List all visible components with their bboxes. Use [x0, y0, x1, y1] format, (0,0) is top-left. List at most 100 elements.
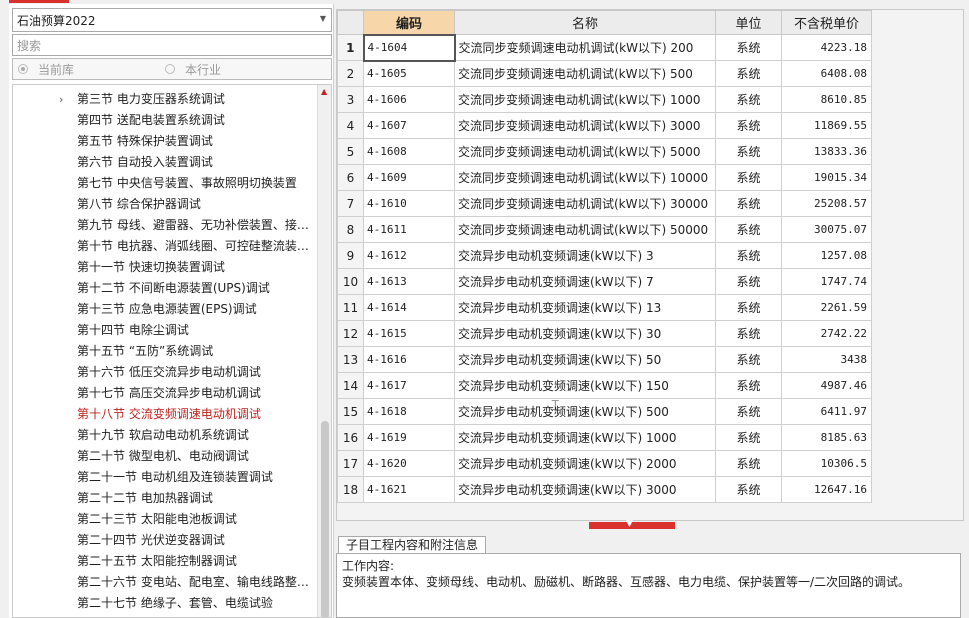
- tree-item[interactable]: 第十六节 低压交流异步电动机调试: [77, 362, 261, 383]
- price-cell[interactable]: 8185.63: [781, 424, 872, 451]
- price-cell[interactable]: 25208.57: [781, 190, 872, 217]
- row-number[interactable]: 8: [337, 216, 364, 243]
- price-cell[interactable]: 12647.16: [781, 476, 872, 503]
- price-cell[interactable]: 1257.08: [781, 242, 872, 269]
- table-row[interactable]: 10 4-1613 交流异步电动机变频调速(kW以下) 7 系统 1747.74: [337, 268, 872, 295]
- row-number[interactable]: 5: [337, 138, 364, 165]
- name-cell[interactable]: 交流异步电动机变频调速(kW以下) 500: [454, 398, 716, 425]
- tree-item[interactable]: 第十一节 快速切换装置调试: [77, 257, 225, 278]
- name-cell[interactable]: 交流异步电动机变频调速(kW以下) 30: [454, 320, 716, 347]
- tree-item[interactable]: 第十二节 不间断电源装置(UPS)调试: [77, 278, 270, 299]
- price-cell[interactable]: 10306.5: [781, 450, 872, 477]
- table-row[interactable]: 17 4-1620 交流异步电动机变频调速(kW以下) 2000 系统 10306.5: [337, 450, 872, 477]
- name-cell[interactable]: 交流同步变频调速电动机调试(kW以下) 30000: [454, 190, 716, 217]
- price-cell[interactable]: 30075.07: [781, 216, 872, 243]
- price-cell[interactable]: 8610.85: [781, 86, 872, 113]
- tree-item[interactable]: 第十五节 “五防”系统调试: [77, 341, 213, 362]
- row-number[interactable]: 2: [337, 60, 364, 87]
- price-cell[interactable]: 4987.46: [781, 372, 872, 399]
- unit-cell[interactable]: 系统: [715, 190, 782, 217]
- unit-cell[interactable]: 系统: [715, 164, 782, 191]
- row-number[interactable]: 11: [337, 294, 364, 321]
- name-cell[interactable]: 交流异步电动机变频调速(kW以下) 2000: [454, 450, 716, 477]
- unit-cell[interactable]: 系统: [715, 372, 782, 399]
- table-row[interactable]: 9 4-1612 交流异步电动机变频调速(kW以下) 3 系统 1257.08: [337, 242, 872, 269]
- tree-item[interactable]: 第二十三节 太阳能电池板调试: [77, 509, 237, 530]
- price-cell[interactable]: 2261.59: [781, 294, 872, 321]
- code-cell[interactable]: 4-1614: [363, 294, 455, 321]
- unit-cell[interactable]: 系统: [715, 450, 782, 477]
- code-cell[interactable]: 4-1617: [363, 372, 455, 399]
- tree-item[interactable]: 第五节 特殊保护装置调试: [77, 131, 213, 152]
- unit-cell[interactable]: 系统: [715, 242, 782, 269]
- name-cell[interactable]: 交流异步电动机变频调速(kW以下) 3: [454, 242, 716, 269]
- tree-item[interactable]: 第二十六节 变电站、配电室、输电线路整…: [77, 572, 309, 593]
- table-row[interactable]: 6 4-1609 交流同步变频调速电动机调试(kW以下) 10000 系统 19015.…: [337, 164, 872, 191]
- scroll-up-icon[interactable]: ▲: [321, 87, 327, 96]
- unit-cell[interactable]: 系统: [715, 346, 782, 373]
- code-cell[interactable]: 4-1618: [363, 398, 455, 425]
- name-cell[interactable]: 交流同步变频调速电动机调试(kW以下) 200: [454, 34, 716, 61]
- tree-item[interactable]: 第十七节 高压交流异步电动机调试: [77, 383, 261, 404]
- tree-item[interactable]: 第六节 自动投入装置调试: [77, 152, 213, 173]
- name-cell[interactable]: 交流同步变频调速电动机调试(kW以下) 5000: [454, 138, 716, 165]
- tree-item[interactable]: 第十四节 电除尘调试: [77, 320, 189, 341]
- unit-cell[interactable]: 系统: [715, 34, 782, 61]
- price-cell[interactable]: 3438: [781, 346, 872, 373]
- tree-item[interactable]: 第十九节 软启动电动机系统调试: [77, 425, 249, 446]
- code-cell[interactable]: 4-1619: [363, 424, 455, 451]
- tree-item[interactable]: 第五册 自动化控制仪表安装工程: [37, 614, 209, 617]
- code-cell[interactable]: 4-1620: [363, 450, 455, 477]
- tree-item[interactable]: 第二十七节 绝缘子、套管、电缆试验: [77, 593, 273, 614]
- row-number[interactable]: 6: [337, 164, 364, 191]
- code-cell[interactable]: 4-1605: [363, 60, 455, 87]
- name-cell[interactable]: 交流异步电动机变频调速(kW以下) 1000: [454, 424, 716, 451]
- row-number[interactable]: 13: [337, 346, 364, 373]
- name-cell[interactable]: 交流同步变频调速电动机调试(kW以下) 10000: [454, 164, 716, 191]
- unit-cell[interactable]: 系统: [715, 216, 782, 243]
- row-number[interactable]: 7: [337, 190, 364, 217]
- unit-cell[interactable]: 系统: [715, 112, 782, 139]
- row-number[interactable]: 9: [337, 242, 364, 269]
- tab-work-content[interactable]: 子目工程内容和附注信息: [338, 536, 487, 554]
- scope-industry-radio[interactable]: 本行业: [165, 61, 221, 78]
- row-number[interactable]: 4: [337, 112, 364, 139]
- unit-cell[interactable]: 系统: [715, 138, 782, 165]
- column-header-name[interactable]: 名称: [454, 10, 716, 35]
- row-number[interactable]: 3: [337, 86, 364, 113]
- name-cell[interactable]: 交流同步变频调速电动机调试(kW以下) 50000: [454, 216, 716, 243]
- code-cell[interactable]: 4-1611: [363, 216, 455, 243]
- panel-splitter[interactable]: ▼: [589, 519, 675, 529]
- column-header-code[interactable]: 编码: [363, 10, 455, 35]
- row-number[interactable]: 17: [337, 450, 364, 477]
- row-number[interactable]: 16: [337, 424, 364, 451]
- tree-item[interactable]: 第十节 电抗器、消弧线圈、可控硅整流装…: [77, 236, 309, 257]
- name-cell[interactable]: 交流异步电动机变频调速(kW以下) 150: [454, 372, 716, 399]
- row-number[interactable]: 1: [337, 34, 364, 61]
- name-cell[interactable]: 交流异步电动机变频调速(kW以下) 13: [454, 294, 716, 321]
- tree-item[interactable]: 第七节 中央信号装置、事故照明切换装置: [77, 173, 297, 194]
- table-row[interactable]: 1 4-1604 交流同步变频调速电动机调试(kW以下) 200 系统 4223.18: [337, 33, 872, 62]
- name-cell[interactable]: 交流同步变频调速电动机调试(kW以下) 1000: [454, 86, 716, 113]
- table-row[interactable]: 14 4-1617 交流异步电动机变频调速(kW以下) 150 系统 4987.46: [337, 372, 872, 399]
- code-cell[interactable]: 4-1608: [363, 138, 455, 165]
- table-row[interactable]: 13 4-1616 交流异步电动机变频调速(kW以下) 50 系统 3438: [337, 346, 872, 373]
- row-number[interactable]: 18: [337, 476, 364, 503]
- tree-item[interactable]: 第十三节 应急电源装置(EPS)调试: [77, 299, 257, 320]
- scope-current-radio[interactable]: 当前库: [18, 61, 74, 78]
- code-cell[interactable]: 4-1621: [363, 476, 455, 503]
- tree-item[interactable]: 第二十二节 电加热器调试: [77, 488, 213, 509]
- unit-cell[interactable]: 系统: [715, 86, 782, 113]
- column-header-price[interactable]: 不含税单价: [781, 10, 872, 35]
- tree-item[interactable]: 第二十一节 电动机组及连锁装置调试: [77, 467, 273, 488]
- table-row[interactable]: 11 4-1614 交流异步电动机变频调速(kW以下) 13 系统 2261.59: [337, 294, 872, 321]
- price-cell[interactable]: 6411.97: [781, 398, 872, 425]
- tree-item[interactable]: 第二十四节 光伏逆变器调试: [77, 530, 225, 551]
- price-cell[interactable]: 4223.18: [781, 34, 872, 61]
- tree-item[interactable]: 第十八节 交流变频调速电动机调试: [77, 404, 261, 425]
- tree-item[interactable]: 第四节 送配电装置系统调试: [77, 110, 225, 131]
- table-row[interactable]: 8 4-1611 交流同步变频调速电动机调试(kW以下) 50000 系统 30075.…: [337, 216, 872, 243]
- tree-item[interactable]: 第二十五节 太阳能控制器调试: [77, 551, 237, 572]
- code-cell[interactable]: 4-1609: [363, 164, 455, 191]
- table-row[interactable]: 12 4-1615 交流异步电动机变频调速(kW以下) 30 系统 2742.22: [337, 320, 872, 347]
